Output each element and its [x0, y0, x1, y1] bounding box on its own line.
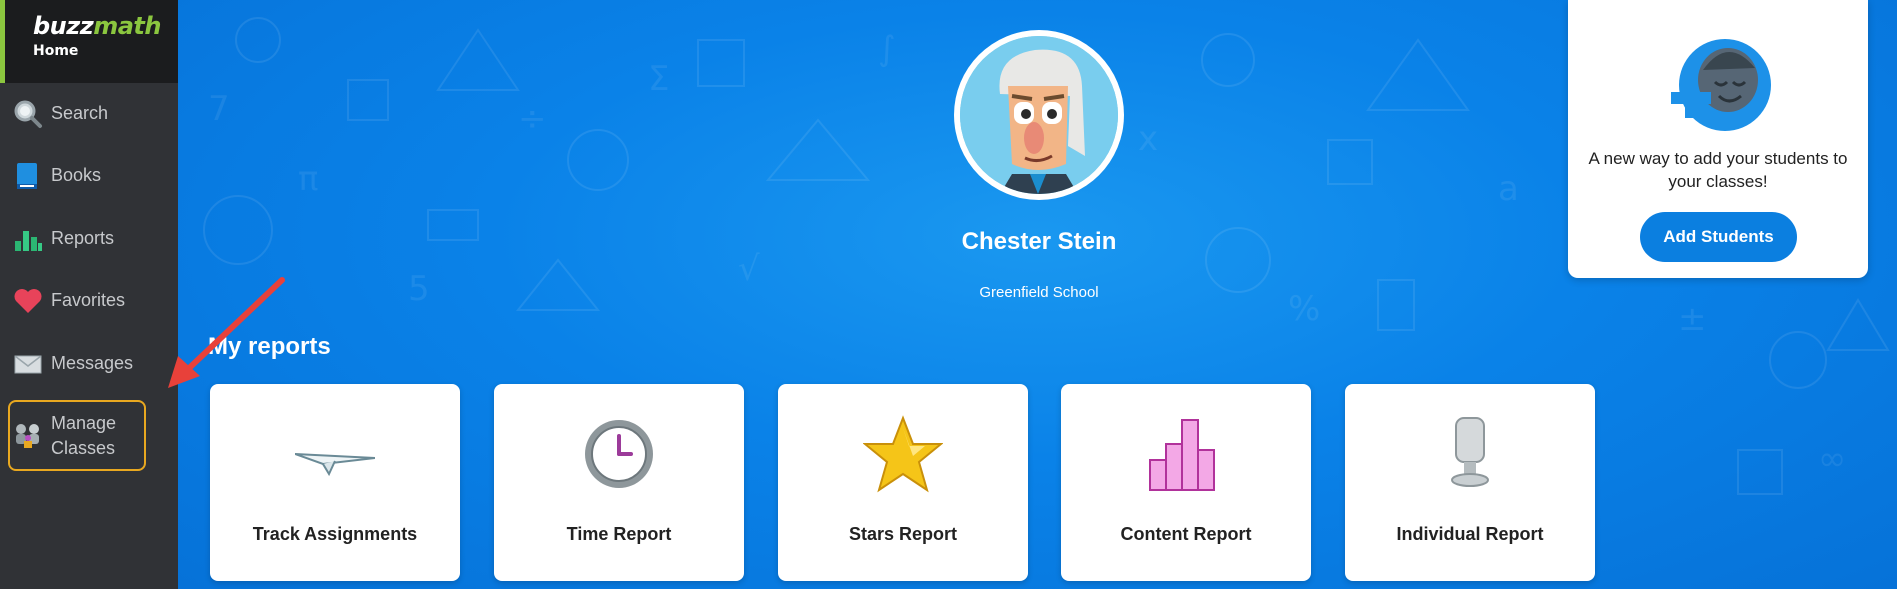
svg-text:π: π	[298, 159, 318, 199]
sidebar-item-label: Search	[51, 103, 109, 123]
report-card-label: Content Report	[1120, 524, 1252, 544]
add-students-promo: A new way to add your students to your c…	[1568, 0, 1868, 278]
sidebar-item-label: Favorites	[51, 290, 126, 310]
sidebar-item-label: Messages	[51, 353, 134, 373]
bar-chart-icon	[1149, 419, 1215, 491]
heart-icon	[14, 289, 42, 313]
paper-plane-icon	[295, 453, 375, 477]
school-name: Greenfield School	[979, 284, 1099, 301]
report-card-label: Stars Report	[848, 524, 958, 544]
svg-text:Σ: Σ	[648, 59, 669, 99]
character-avatar-icon	[960, 36, 1118, 194]
sidebar: buzzmath Home Search Books Reports Favor…	[0, 0, 178, 589]
brand-header[interactable]: buzzmath Home	[0, 0, 178, 83]
clock-icon	[585, 420, 653, 488]
report-card-label: Track Assignments	[252, 524, 418, 544]
svg-text:a: a	[1498, 169, 1519, 209]
report-card-label: Time Report	[566, 524, 672, 544]
brand-subtitle: Home	[33, 43, 79, 59]
sidebar-item-search[interactable]: Search	[0, 86, 178, 142]
avatar[interactable]	[954, 30, 1124, 200]
svg-text:∫: ∫	[878, 29, 896, 69]
svg-text:÷: ÷	[518, 99, 547, 139]
user-name: Chester Stein	[961, 228, 1117, 255]
svg-text:7: 7	[208, 89, 230, 129]
report-card-content-report[interactable]: Content Report	[1061, 384, 1311, 581]
sidebar-item-favorites[interactable]: Favorites	[0, 273, 178, 329]
report-card-time-report[interactable]: Time Report	[494, 384, 744, 581]
trophy-icon	[1451, 417, 1489, 487]
sidebar-item-label: Books	[51, 165, 102, 185]
sidebar-item-label: Reports	[51, 228, 115, 248]
svg-text:∞: ∞	[1818, 439, 1846, 479]
classes-icon	[16, 424, 39, 448]
sidebar-item-books[interactable]: Books	[0, 148, 178, 204]
sidebar-item-label: Manage Classes	[51, 413, 117, 458]
search-icon	[14, 100, 42, 128]
bar-chart-icon	[15, 231, 42, 251]
svg-text:√: √	[738, 249, 760, 289]
promo-text: A new way to add your students to your c…	[1588, 149, 1848, 191]
report-card-label: Individual Report	[1396, 524, 1544, 544]
report-card-individual-report[interactable]: Individual Report	[1345, 384, 1595, 581]
main-content: π Σ ∫ √ 7 5 x% a ÷ ∞ ± Chester Stein Gre…	[178, 0, 1897, 589]
section-title: My reports	[208, 333, 331, 360]
svg-text:x: x	[1138, 119, 1158, 159]
svg-text:5: 5	[408, 269, 430, 309]
svg-text:±: ±	[1678, 299, 1707, 339]
sidebar-item-manage-classes[interactable]: Manage Classes	[0, 405, 178, 467]
brand-logo: buzzmath	[33, 12, 161, 40]
envelope-icon	[14, 355, 42, 374]
sidebar-item-messages[interactable]: Messages	[0, 336, 178, 392]
book-icon	[17, 163, 37, 189]
star-icon	[863, 415, 943, 493]
add-student-illustration-icon	[1671, 39, 1771, 131]
sidebar-item-reports[interactable]: Reports	[0, 211, 178, 267]
report-card-track-assignments[interactable]: Track Assignments	[210, 384, 460, 581]
svg-text:%: %	[1288, 289, 1320, 329]
add-students-button[interactable]: Add Students	[1640, 212, 1797, 262]
report-card-stars-report[interactable]: Stars Report	[778, 384, 1028, 581]
